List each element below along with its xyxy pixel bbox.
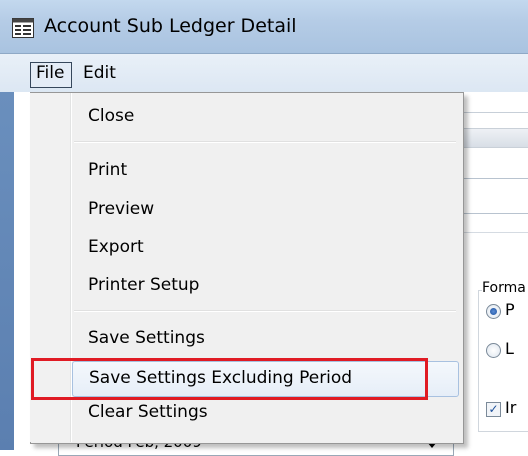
- menu-item-clear-settings[interactable]: Clear Settings: [72, 398, 457, 430]
- menu-separator: [74, 141, 456, 143]
- toolbar-strip: [460, 128, 528, 148]
- include-checkbox[interactable]: ✓: [486, 402, 501, 417]
- format-radio-1[interactable]: [486, 304, 501, 319]
- menu-item-label: Close: [88, 106, 135, 126]
- menu-item-export[interactable]: Export: [72, 231, 457, 263]
- divider: [460, 112, 528, 113]
- menu-item-label: Clear Settings: [88, 402, 208, 422]
- menu-item-label: Export: [88, 237, 144, 257]
- menu-separator: [74, 310, 456, 312]
- edit-menu-label[interactable]: Edit: [83, 63, 116, 83]
- highlight-annotation: [31, 358, 428, 400]
- window-title: Account Sub Ledger Detail: [44, 15, 297, 37]
- format-radio-1-label: P: [505, 300, 515, 319]
- divider: [460, 232, 528, 233]
- text-field[interactable]: [460, 178, 528, 214]
- format-group-label: Forma: [482, 280, 528, 296]
- menu-item-close[interactable]: Close: [72, 100, 457, 132]
- menu-item-label: Save Settings: [88, 328, 205, 348]
- menu-item-label: Print: [88, 160, 128, 180]
- include-checkbox-label: Ir: [505, 398, 517, 417]
- side-strip: [0, 92, 14, 450]
- menu-item-print[interactable]: Print: [72, 154, 457, 186]
- menu-item-preview[interactable]: Preview: [72, 193, 457, 225]
- file-menu-label[interactable]: File: [36, 63, 64, 83]
- format-radio-2[interactable]: [486, 343, 501, 358]
- menu-item-save-settings[interactable]: Save Settings: [72, 322, 457, 354]
- menu-item-label: Printer Setup: [88, 275, 200, 295]
- menu-item-printer-setup[interactable]: Printer Setup: [72, 269, 457, 301]
- menu-bar: [0, 54, 528, 93]
- app-window-icon: [12, 18, 34, 38]
- format-radio-2-label: L: [505, 339, 514, 358]
- menu-item-label: Preview: [88, 199, 155, 219]
